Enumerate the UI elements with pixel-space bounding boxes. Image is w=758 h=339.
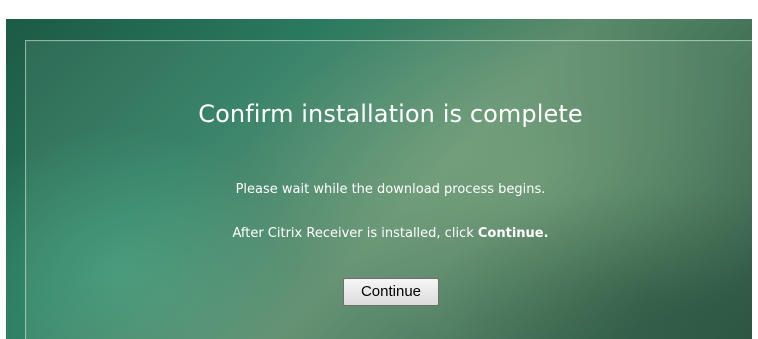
page-background: Confirm installation is complete Please … (6, 19, 752, 339)
continue-instruction-text: After Citrix Receiver is installed, clic… (232, 226, 478, 241)
install-confirm-dialog: Confirm installation is complete Please … (25, 40, 752, 339)
dialog-title: Confirm installation is complete (198, 100, 583, 128)
continue-instruction-emphasis: Continue. (477, 226, 549, 241)
continue-button[interactable]: Continue (343, 278, 439, 306)
continue-instruction: After Citrix Receiver is installed, clic… (26, 226, 752, 241)
top-cropped-strip (0, 0, 758, 19)
wait-message: Please wait while the download process b… (235, 182, 546, 197)
